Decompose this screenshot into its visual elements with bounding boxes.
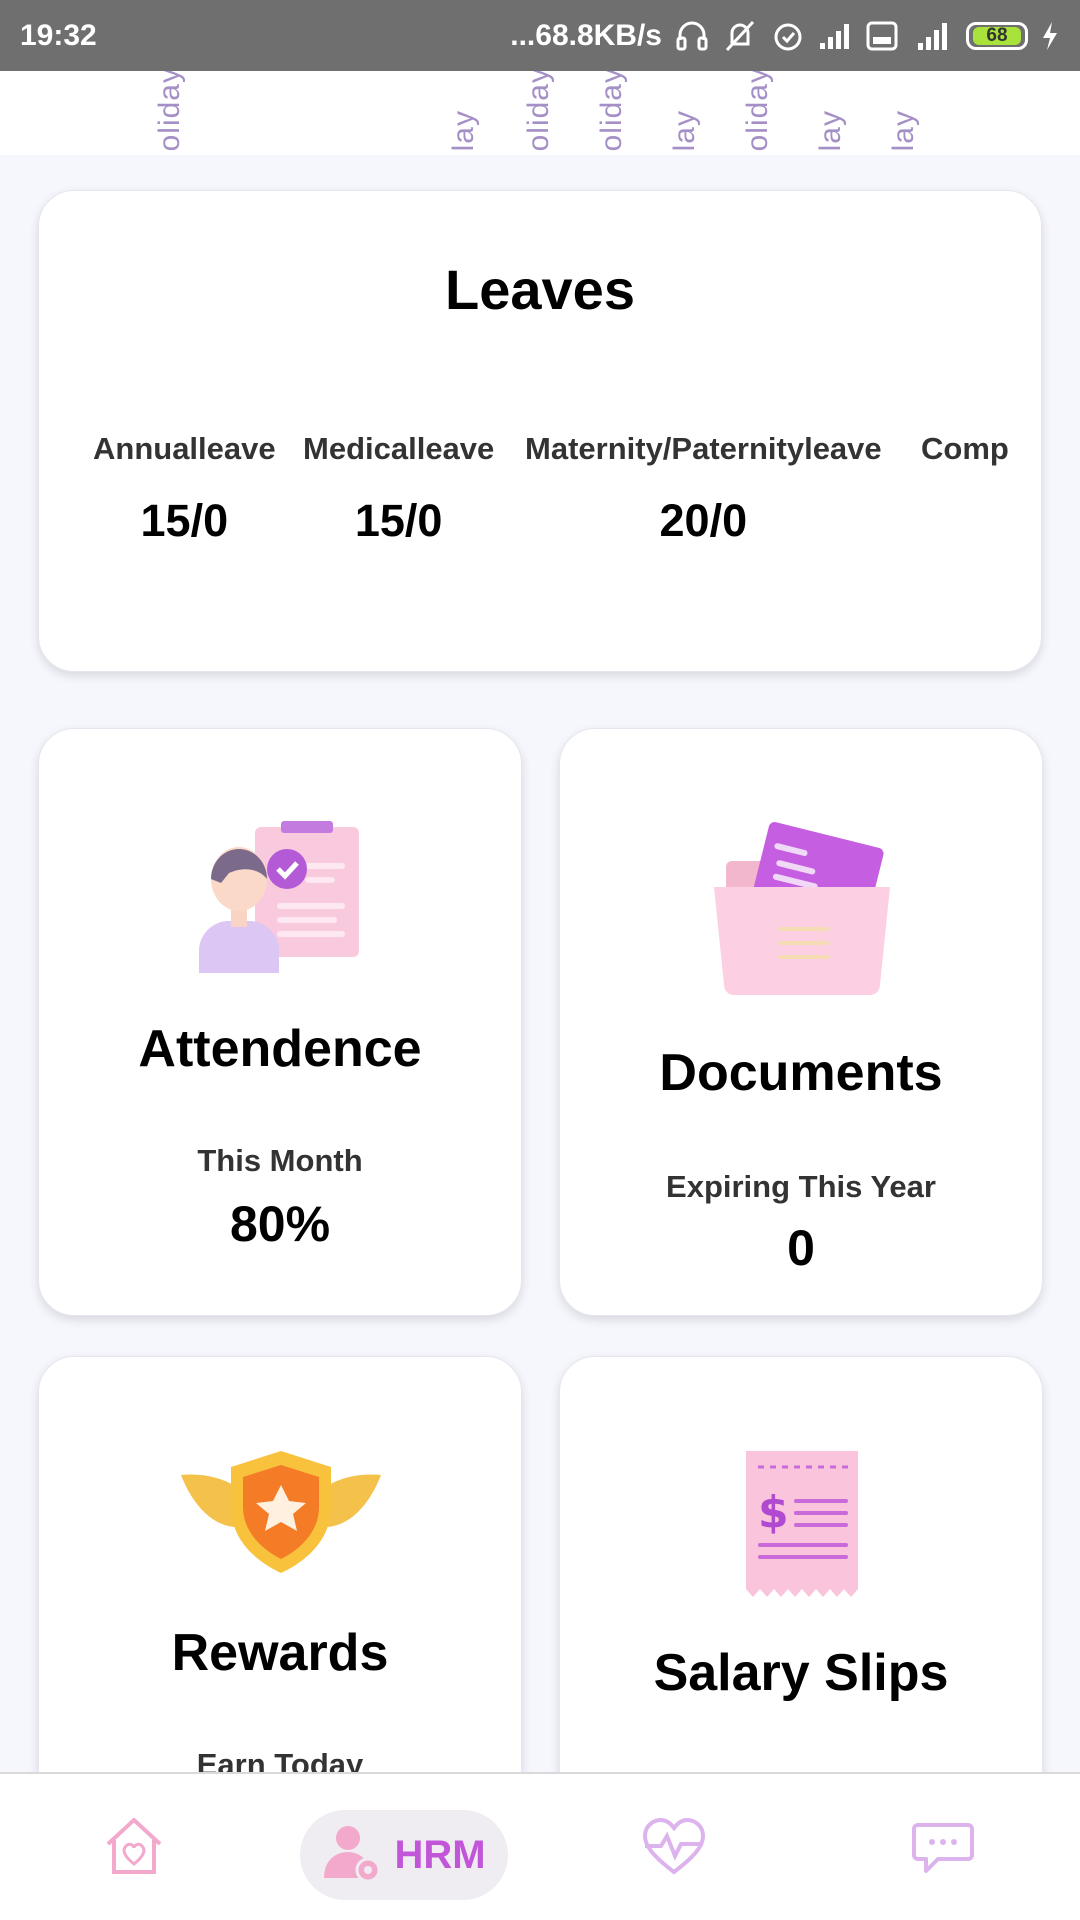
- attendance-subtitle: This Month: [197, 1143, 363, 1178]
- leaves-title: Leaves: [445, 258, 635, 321]
- status-bar: 19:32 ...68.8KB/s 68: [0, 0, 1080, 71]
- leave-item-comp: Comp: [921, 431, 1009, 467]
- documents-title: Documents: [659, 1044, 943, 1102]
- heart-pulse-icon: [641, 1816, 707, 1881]
- signal-icon: [818, 21, 854, 51]
- salary-receipt-icon: $: [744, 1449, 860, 1604]
- home-heart-icon: [102, 1814, 166, 1883]
- leave-item-maternity: Maternity/Paternityleave 20/0: [525, 431, 882, 546]
- leave-value: 15/0: [140, 495, 229, 546]
- calendar-day-label: lay: [668, 109, 701, 151]
- nav-hrm-label: HRM: [394, 1832, 486, 1877]
- rewards-card[interactable]: Rewards Earn Today: [38, 1356, 522, 1826]
- mute-icon: [722, 18, 758, 54]
- documents-folder-icon: [714, 817, 890, 1000]
- salary-slips-title: Salary Slips: [653, 1644, 949, 1702]
- calendar-day-label: oliday: [522, 71, 555, 151]
- volte-icon: [866, 21, 898, 51]
- documents-card[interactable]: Documents Expiring This Year 0: [559, 728, 1043, 1316]
- 4g-signal-icon: [910, 19, 954, 53]
- charging-icon: [1040, 21, 1060, 51]
- calendar-strip[interactable]: oliday lay oliday oliday lay oliday lay …: [0, 71, 1080, 155]
- attendance-card[interactable]: Attendence This Month 80%: [38, 728, 522, 1316]
- calendar-day-label: oliday: [741, 71, 774, 151]
- nav-health[interactable]: [624, 1774, 724, 1920]
- rewards-title: Rewards: [171, 1624, 389, 1682]
- calendar-day-label: lay: [814, 109, 847, 151]
- leave-label: Annualleave: [93, 431, 276, 466]
- calendar-day-label: oliday: [595, 71, 628, 151]
- calendar-day-label: lay: [887, 109, 920, 151]
- nav-chat[interactable]: [893, 1774, 993, 1920]
- bottom-navigation: HRM: [0, 1772, 1080, 1920]
- nav-home[interactable]: [84, 1774, 184, 1920]
- leave-label: Medicalleave: [303, 431, 495, 466]
- headphones-icon: [674, 18, 710, 54]
- calendar-day-label: lay: [447, 109, 480, 151]
- attendance-title: Attendence: [138, 1020, 422, 1078]
- leave-label: Maternity/Paternityleave: [525, 431, 882, 466]
- calendar-day-label: oliday: [153, 71, 186, 151]
- documents-value: 0: [787, 1220, 815, 1276]
- leaves-card[interactable]: Leaves Annualleave 15/0 Medicalleave 15/…: [38, 190, 1042, 672]
- leave-item-annual: Annualleave 15/0: [93, 431, 276, 546]
- leave-item-medical: Medicalleave 15/0: [303, 431, 495, 546]
- status-time: 19:32: [20, 18, 97, 52]
- attendance-value: 80%: [229, 1196, 331, 1252]
- alarm-icon: [770, 18, 806, 54]
- salary-slips-card[interactable]: $ Salary Slips: [559, 1356, 1043, 1826]
- battery-icon: 68: [966, 21, 1028, 50]
- battery-level: 68: [973, 25, 1021, 46]
- hrm-user-gear-icon: [322, 1822, 384, 1889]
- documents-subtitle: Expiring This Year: [666, 1169, 936, 1204]
- chat-bubble-icon: [912, 1817, 974, 1880]
- nav-hrm[interactable]: HRM: [300, 1810, 508, 1900]
- status-icons: ...68.8KB/s 68: [510, 18, 1060, 54]
- reward-badge-icon: [181, 1447, 381, 1582]
- leave-label: Comp: [921, 431, 1009, 466]
- svg-text:$: $: [758, 1487, 789, 1538]
- leave-value: 15/0: [354, 495, 443, 546]
- leave-value: 20/0: [659, 495, 748, 546]
- attendance-clipboard-icon: [197, 821, 367, 978]
- network-speed: ...68.8KB/s: [510, 18, 662, 52]
